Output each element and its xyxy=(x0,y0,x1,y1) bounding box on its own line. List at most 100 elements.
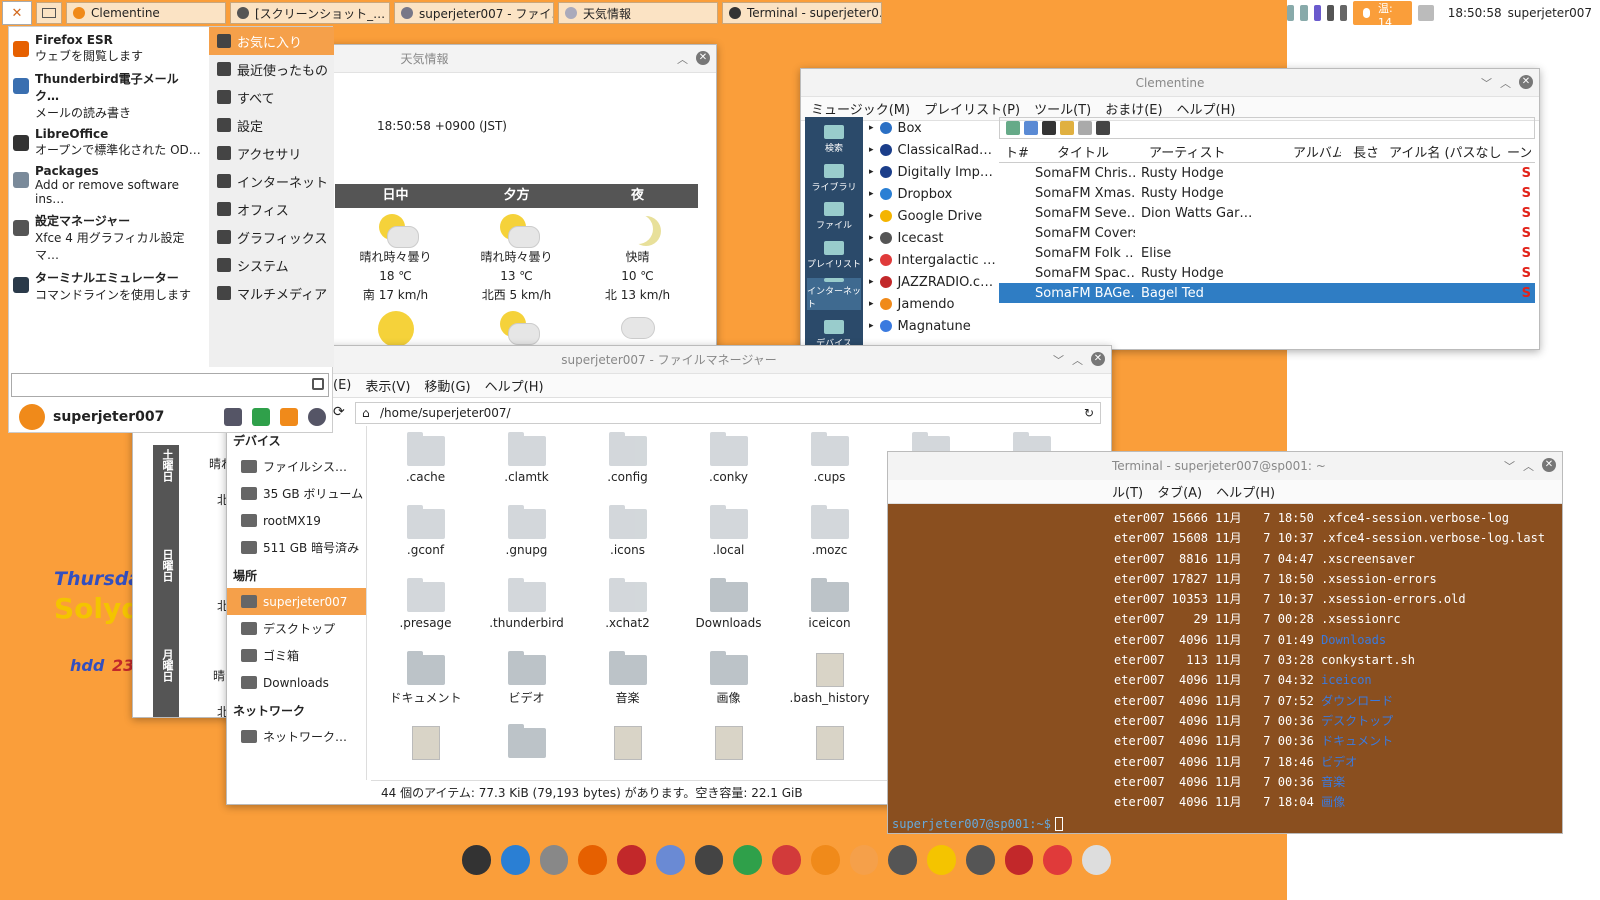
dock-app-icon[interactable] xyxy=(1082,845,1112,875)
sidebar-files[interactable]: ファイル xyxy=(807,201,861,231)
service-item[interactable]: ▸ JAZZRADIO.c… xyxy=(865,271,995,293)
expand-arrow-icon[interactable]: ▸ xyxy=(869,255,874,265)
clear-icon[interactable] xyxy=(1096,121,1110,135)
service-item[interactable]: ▸ Icecast xyxy=(865,227,995,249)
playlist-row[interactable]: SomaFM Spac… Rusty Hodge S xyxy=(999,263,1535,283)
menu-help[interactable]: ヘルプ(H) xyxy=(1216,482,1275,501)
settings-icon[interactable] xyxy=(224,408,242,426)
folder-item[interactable]: iceicon xyxy=(779,578,880,651)
sidebar-internet[interactable]: インターネット xyxy=(807,278,861,311)
add-icon[interactable] xyxy=(1006,121,1020,135)
col-album[interactable]: アルバム xyxy=(1257,142,1341,161)
task-clementine[interactable]: Clementine xyxy=(66,2,226,24)
playlist-row[interactable]: SomaFM Folk … Elise S xyxy=(999,243,1535,263)
dock-app-icon[interactable] xyxy=(927,845,956,875)
keyboard-icon[interactable] xyxy=(1287,5,1295,21)
sidebar-item[interactable]: ファイルシス… xyxy=(227,453,366,480)
sidebar-search[interactable]: 検索 xyxy=(807,123,861,154)
file-item[interactable]: .bash_history xyxy=(779,651,880,724)
show-desktop-button[interactable] xyxy=(36,2,62,24)
lock-icon[interactable] xyxy=(252,408,270,426)
volume-icon[interactable] xyxy=(1340,5,1348,21)
menu-tabs[interactable]: タブ(A) xyxy=(1157,482,1202,501)
menu-view[interactable]: 表示(V) xyxy=(365,376,410,395)
service-item[interactable]: ▸ Google Drive xyxy=(865,205,995,227)
favorite-item[interactable]: ターミナルエミュレーター コマンドラインを使用します xyxy=(9,263,207,303)
reload-icon[interactable]: ⟳ xyxy=(333,404,345,420)
redo-icon[interactable] xyxy=(1078,121,1092,135)
folder-item[interactable]: 画像 xyxy=(678,651,779,724)
folder-item[interactable]: .gconf xyxy=(375,505,476,578)
dock-app-icon[interactable] xyxy=(578,845,608,875)
expand-arrow-icon[interactable]: ▸ xyxy=(869,277,874,287)
menu-help[interactable]: ヘルプ(H) xyxy=(1177,99,1236,118)
favorite-item[interactable]: Thunderbird電子メールク… メールの読み書き xyxy=(9,64,207,121)
switch-user-icon[interactable] xyxy=(280,408,298,426)
folder-item[interactable]: .xchat2 xyxy=(577,578,678,651)
service-item[interactable]: ▸ Digitally Imp… xyxy=(865,161,995,183)
folder-item[interactable] xyxy=(476,724,577,780)
clock[interactable]: 18:50:58 xyxy=(1448,6,1502,20)
playlist-row[interactable]: SomaFM Chris… Rusty Hodge S xyxy=(999,163,1535,183)
folder-item[interactable]: .config xyxy=(577,432,678,505)
weather-plugin[interactable]: 気温: 14 ℃ xyxy=(1353,1,1413,42)
expand-arrow-icon[interactable]: ▸ xyxy=(869,299,874,309)
category-item[interactable]: インターネット xyxy=(209,167,334,195)
clementine-titlebar[interactable]: Clementine ﹀ ︿ ✕ xyxy=(801,69,1539,97)
close-icon[interactable]: ✕ xyxy=(1519,75,1533,89)
col-track[interactable]: ト# xyxy=(999,142,1029,161)
category-item[interactable]: システム xyxy=(209,251,334,279)
minimize-icon[interactable]: ﹀ xyxy=(1504,458,1515,474)
terminal-output[interactable]: eter007 15666 11月 7 18:50 .xfce4-session… xyxy=(888,504,1562,833)
refresh-icon[interactable]: ↻ xyxy=(1084,403,1094,423)
menu-music[interactable]: ミュージック(M) xyxy=(811,99,910,118)
folder-item[interactable]: ドキュメント xyxy=(375,651,476,724)
file-item[interactable] xyxy=(678,724,779,780)
category-item[interactable]: 最近使ったもの xyxy=(209,55,334,83)
playlist-row[interactable]: SomaFM BAGe… Bagel Ted S xyxy=(999,283,1535,303)
playlist-row[interactable]: SomaFM Xmas… Rusty Hodge S xyxy=(999,183,1535,203)
favorite-item[interactable]: 設定マネージャー Xfce 4 用グラフィカル設定マ… xyxy=(9,206,207,263)
service-item[interactable]: ▸ Box xyxy=(865,117,995,139)
close-icon[interactable]: ✕ xyxy=(696,51,710,65)
favorite-item[interactable]: LibreOffice オープンで標準化された OD… xyxy=(9,121,207,158)
dock-app-icon[interactable] xyxy=(694,845,724,875)
sidebar-item[interactable]: Downloads xyxy=(227,669,366,696)
category-item[interactable]: アクセサリ xyxy=(209,139,334,167)
folder-item[interactable]: .cups xyxy=(779,432,880,505)
dock-app-icon[interactable] xyxy=(810,845,840,875)
sidebar-item[interactable]: ゴミ箱 xyxy=(227,642,366,669)
gear-icon[interactable] xyxy=(1326,5,1335,21)
expand-arrow-icon[interactable]: ▸ xyxy=(869,233,874,243)
close-icon[interactable]: ✕ xyxy=(1091,352,1105,366)
sidebar-library[interactable]: ライブラリ xyxy=(807,162,861,193)
folder-item[interactable]: .gnupg xyxy=(476,505,577,578)
sidebar-item[interactable]: 35 GB ボリューム xyxy=(227,480,366,507)
service-item[interactable]: ▸ ClassicalRad… xyxy=(865,139,995,161)
expand-arrow-icon[interactable]: ▸ xyxy=(869,167,874,177)
maximize-icon[interactable]: ︿ xyxy=(1072,352,1083,368)
favorite-item[interactable]: Packages Add or remove software ins… xyxy=(9,158,207,206)
dock-app-icon[interactable] xyxy=(888,845,918,875)
category-item[interactable]: マルチメディア xyxy=(209,279,334,307)
file-item[interactable] xyxy=(375,724,476,780)
service-item[interactable]: ▸ Dropbox xyxy=(865,183,995,205)
dock-app-icon[interactable] xyxy=(965,845,995,875)
folder-item[interactable]: 音楽 xyxy=(577,651,678,724)
folder-item[interactable]: .clamtk xyxy=(476,432,577,505)
expand-arrow-icon[interactable]: ▸ xyxy=(869,145,874,155)
sidebar-item[interactable]: rootMX19 xyxy=(227,507,366,534)
expand-arrow-icon[interactable]: ▸ xyxy=(869,211,874,221)
category-item[interactable]: 設定 xyxy=(209,111,334,139)
sidebar-playlists[interactable]: プレイリスト xyxy=(807,239,861,270)
folder-item[interactable]: .local xyxy=(678,505,779,578)
service-item[interactable]: ▸ Magnatune xyxy=(865,315,995,337)
menu-go[interactable]: 移動(G) xyxy=(424,376,470,395)
dock-app-icon[interactable] xyxy=(655,845,685,875)
fm-titlebar[interactable]: superjeter007 - ファイルマネージャー ﹀ ︿ ✕ xyxy=(227,346,1111,374)
sidebar-item[interactable]: 511 GB 暗号済み xyxy=(227,534,366,561)
task-filemanager[interactable]: superjeter007 - ファイ… xyxy=(394,2,554,24)
file-item[interactable] xyxy=(577,724,678,780)
folder-item[interactable]: .cache xyxy=(375,432,476,505)
file-item[interactable] xyxy=(779,724,880,780)
